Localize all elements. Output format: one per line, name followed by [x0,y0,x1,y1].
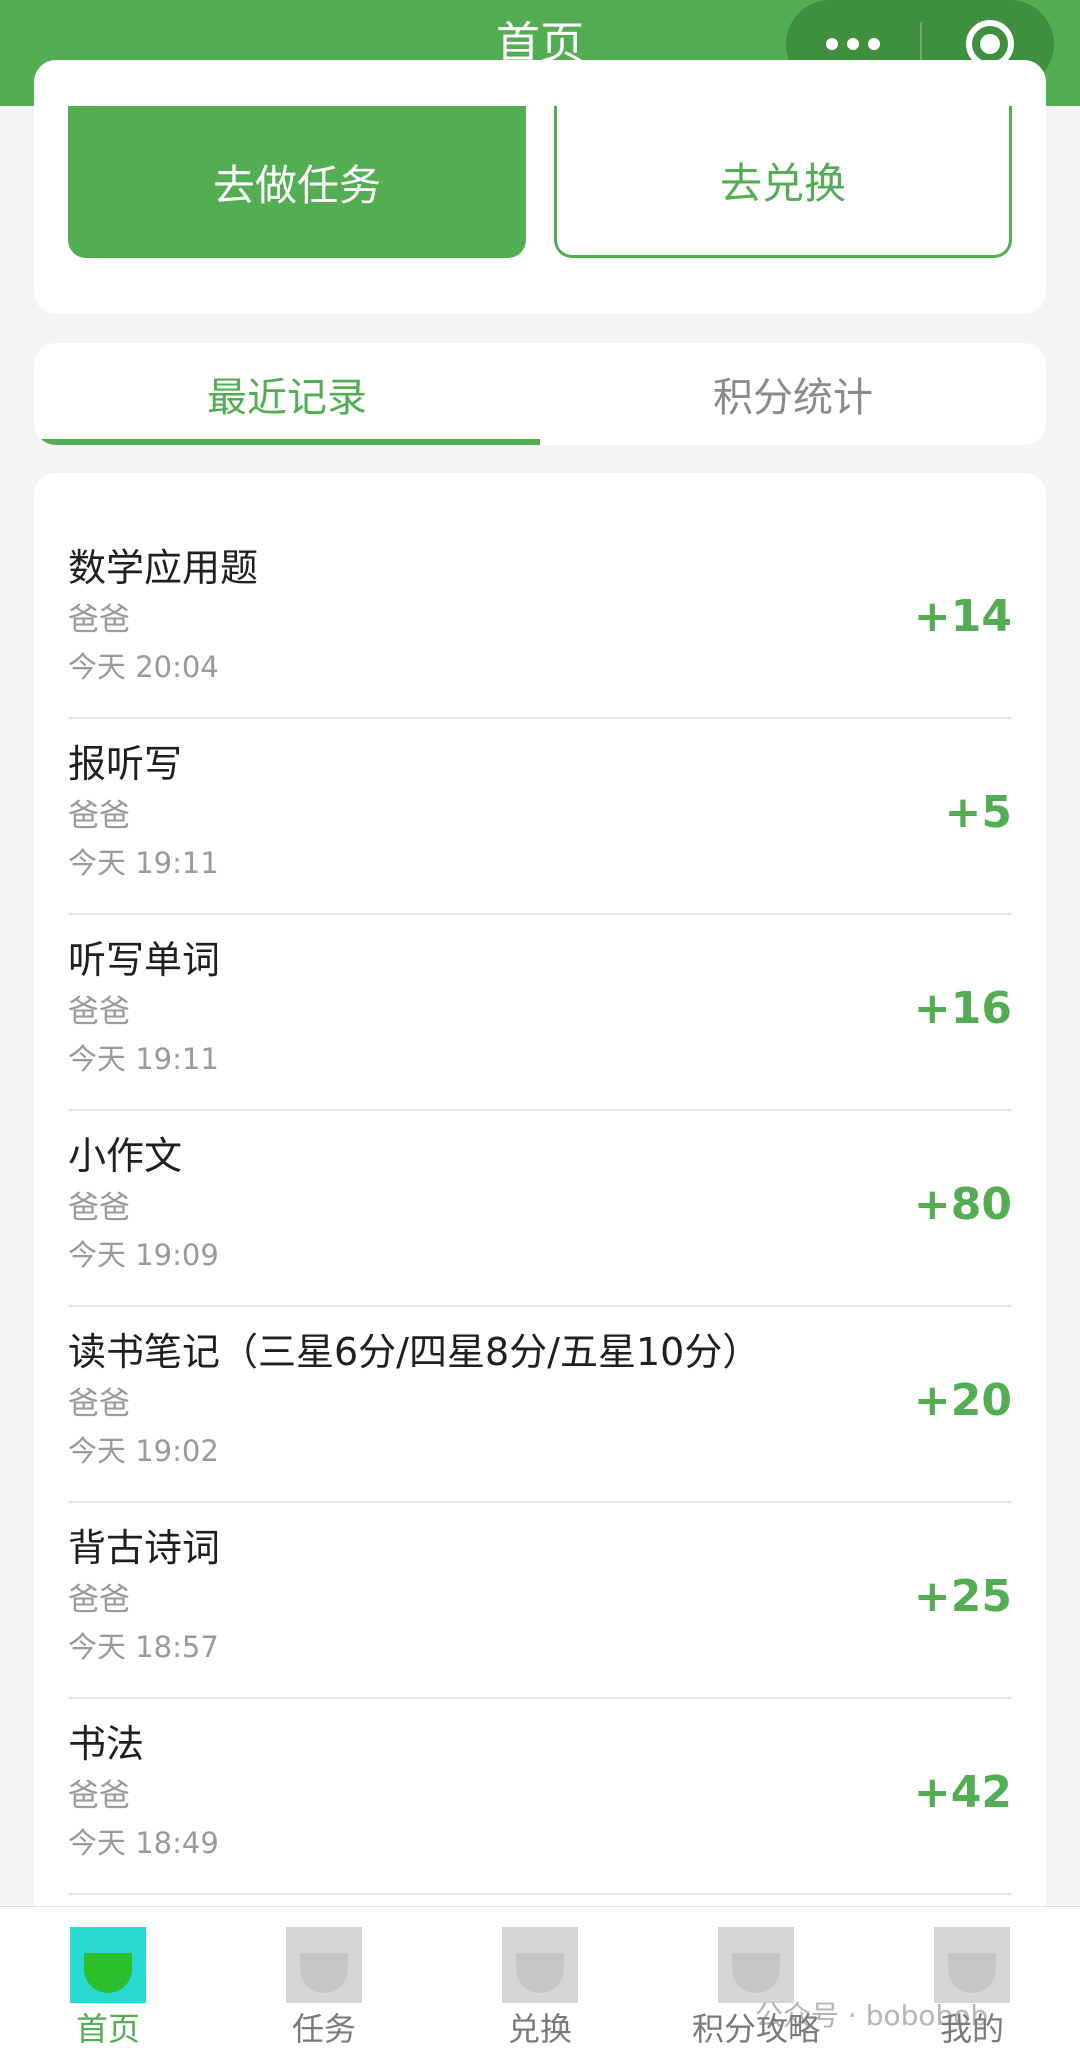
record-title: 数学应用题 [68,546,259,590]
record-assigner: 爸爸 [68,1582,130,1618]
record-points: +80 [913,1179,1012,1230]
list-item[interactable]: 读书笔记（三星6分/四星8分/五星10分） 爸爸 今天 19:02 +20 [68,1307,1012,1503]
records-list: 数学应用题 爸爸 今天 20:04 +14 报听写 爸爸 今天 19:11 +5… [34,473,1046,1933]
profile-icon [934,1927,1010,2003]
record-title: 读书笔记（三星6分/四星8分/五星10分） [68,1330,761,1374]
record-assigner: 爸爸 [68,798,130,834]
redeem-button[interactable]: 去兑换 [554,106,1012,258]
list-item[interactable]: 小作文 爸爸 今天 19:09 +80 [68,1111,1012,1307]
tabbar-item-home[interactable]: 首页 [0,1921,216,2051]
record-points: +25 [913,1571,1012,1622]
record-assigner: 爸爸 [68,602,130,638]
points-guide-icon [718,1927,794,2003]
home-page: 首页 去做任务 去兑换 最近记录 积分统计 数学应用题 爸爸 今天 20:04 … [0,0,1080,2060]
list-item[interactable]: 书法 爸爸 今天 18:49 +42 [68,1699,1012,1895]
list-item[interactable]: 背古诗词 爸爸 今天 18:57 +25 [68,1503,1012,1699]
record-assigner: 爸爸 [68,1190,130,1226]
record-assigner: 爸爸 [68,994,130,1030]
record-time: 今天 18:49 [68,1826,219,1860]
tabbar-label: 兑换 [507,2010,572,2048]
tab-points-stats[interactable]: 积分统计 [540,343,1046,445]
redeem-icon [502,1927,578,2003]
tab-recent-records[interactable]: 最近记录 [34,343,540,445]
record-assigner: 爸爸 [68,1778,130,1814]
record-points: +16 [913,983,1012,1034]
do-tasks-button[interactable]: 去做任务 [68,106,526,258]
record-tabs: 最近记录 积分统计 [34,343,1046,445]
record-title: 小作文 [68,1134,183,1178]
tabbar-item-redeem[interactable]: 兑换 [432,1921,648,2051]
record-title: 听写单词 [68,938,221,982]
record-time: 今天 20:04 [68,650,219,684]
record-time: 今天 19:11 [68,846,219,880]
list-item[interactable]: 报听写 爸爸 今天 19:11 +5 [68,719,1012,915]
home-icon [70,1927,146,2003]
bottom-tab-bar: 首页 任务 兑换 积分攻略 我的 [0,1906,1080,2060]
tasks-icon [286,1927,362,2003]
tabbar-item-tasks[interactable]: 任务 [216,1921,432,2051]
record-title: 书法 [68,1722,145,1766]
record-assigner: 爸爸 [68,1386,130,1422]
watermark: 公众号 · bobobob [755,1999,989,2032]
record-time: 今天 19:09 [68,1238,219,1272]
list-item[interactable]: 听写单词 爸爸 今天 19:11 +16 [68,915,1012,1111]
tabbar-label: 任务 [291,2010,356,2048]
action-card: 去做任务 去兑换 [34,60,1046,314]
active-tab-indicator [34,439,540,445]
record-title: 报听写 [68,742,183,786]
record-title: 背古诗词 [68,1526,221,1570]
record-time: 今天 19:11 [68,1042,219,1076]
record-time: 今天 19:02 [68,1434,219,1468]
list-item[interactable]: 数学应用题 爸爸 今天 20:04 +14 [68,523,1012,719]
record-points: +14 [913,591,1012,642]
tabbar-label: 首页 [75,2010,140,2048]
record-points: +42 [913,1767,1012,1818]
record-time: 今天 18:57 [68,1630,219,1664]
record-points: +20 [913,1375,1012,1426]
record-points: +5 [944,787,1012,838]
